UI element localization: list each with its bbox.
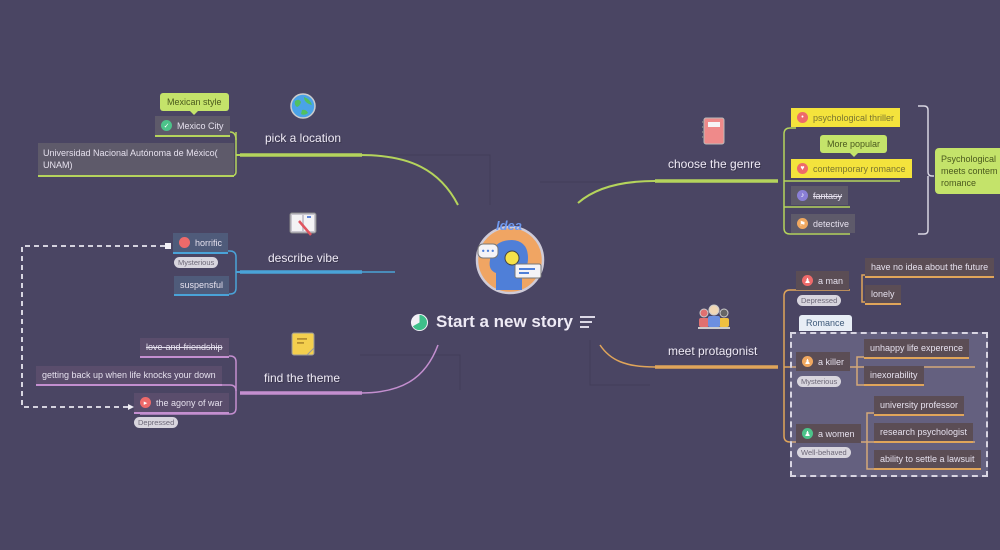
flag-icon: ⚑: [797, 218, 808, 229]
notebook-icon: [702, 117, 728, 145]
idea-badge: Idea: [496, 218, 523, 233]
node-inexorability[interactable]: inexorability: [864, 366, 924, 386]
person-green-icon: ♟: [802, 428, 813, 439]
node-text: detective: [813, 218, 850, 229]
node-text: getting back up when life knocks your do…: [42, 370, 216, 380]
summary-line: meets contem: [941, 166, 998, 177]
tag-well-behaved[interactable]: Well-behaved: [797, 447, 851, 458]
tag-mysterious[interactable]: Mysterious: [174, 257, 219, 268]
summary-genre[interactable]: Psychological meets contem romance: [935, 148, 1000, 195]
node-text: Mexico City: [177, 120, 224, 131]
node-detective[interactable]: ⚑ detective: [791, 214, 856, 233]
node-unhappy-life[interactable]: unhappy life experence: [864, 339, 970, 359]
heart-icon: ♥: [797, 163, 808, 174]
node-text: a women: [818, 428, 855, 439]
callout-mexican-style[interactable]: Mexican style: [160, 93, 229, 115]
tag-mysterious[interactable]: Mysterious: [797, 376, 842, 387]
sticky-note-icon: [291, 332, 317, 358]
node-love-and-friendship[interactable]: love-and-friendship: [140, 338, 229, 358]
node-suspensful[interactable]: suspensful: [174, 276, 230, 296]
node-text: a man: [818, 275, 844, 286]
node-text: inexorability: [870, 370, 918, 380]
node-no-idea-future[interactable]: have no idea about the future: [865, 258, 995, 278]
node-text: ability to settle a lawsuit: [880, 454, 975, 464]
connector-genre: [577, 180, 656, 204]
tag-depressed[interactable]: Depressed: [797, 295, 842, 306]
node-text: fantasy: [813, 190, 843, 201]
tag-depressed[interactable]: Depressed: [134, 417, 179, 428]
node-text: research psychologist: [880, 427, 968, 437]
notes-lines-icon[interactable]: [580, 315, 596, 329]
music-note-icon: ♪: [797, 190, 808, 201]
check-icon: ✓: [161, 120, 172, 131]
person-red-icon: ♟: [802, 275, 813, 286]
node-text: horrific: [195, 237, 223, 248]
node-a-killer[interactable]: ♟ a killer: [796, 352, 851, 371]
connector-protagonist: [599, 344, 656, 368]
globe-icon: [290, 93, 316, 119]
node-text: psychological thriller: [813, 112, 895, 123]
node-university-professor[interactable]: university professor: [874, 396, 965, 416]
node-text: have no idea about the future: [871, 262, 989, 272]
node-lonely[interactable]: lonely: [865, 285, 901, 305]
node-horrific[interactable]: horrific: [173, 233, 229, 254]
node-psychological-thriller[interactable]: • psychological thriller: [791, 108, 901, 127]
play-icon: ▸: [140, 397, 151, 408]
group-people-icon: [696, 303, 732, 329]
node-text: university professor: [880, 400, 959, 410]
connector-theme: [359, 344, 439, 394]
node-text: suspensful: [180, 280, 224, 290]
callout-more-popular[interactable]: More popular: [820, 135, 888, 157]
node-fantasy[interactable]: ♪ fantasy: [791, 186, 849, 205]
node-research-psychologist[interactable]: research psychologist: [874, 423, 974, 443]
summary-line: romance: [941, 178, 977, 189]
person-orange-icon: ♟: [802, 356, 813, 367]
branch-protagonist-label[interactable]: meet protagonist: [668, 344, 757, 358]
node-text: contemporary romance: [813, 163, 906, 174]
root-title-row[interactable]: Start a new story: [410, 312, 596, 332]
open-book-pencil-icon: [289, 211, 317, 237]
branch-genre-label[interactable]: choose the genre: [668, 157, 761, 171]
node-text: the agony of war: [156, 397, 223, 408]
node-settle-lawsuit[interactable]: ability to settle a lawsuit: [874, 450, 981, 470]
svg-text:•••: •••: [481, 247, 495, 256]
node-getting-back-up[interactable]: getting back up when life knocks your do…: [36, 366, 222, 386]
node-mexico-city[interactable]: ✓ Mexico City: [155, 116, 230, 137]
red-circle-icon: •: [797, 112, 808, 123]
node-a-man[interactable]: ♟ a man: [796, 271, 850, 290]
root-title: Start a new story: [436, 312, 573, 331]
node-a-women[interactable]: ♟ a women: [796, 424, 861, 443]
node-agony-of-war[interactable]: ▸ the agony of war: [134, 393, 229, 414]
node-text: unhappy life experence: [870, 343, 964, 353]
summary-bracket: [918, 105, 934, 235]
red-circle-icon: [179, 237, 190, 248]
node-text: a killer: [818, 356, 845, 367]
romance-boundary-label[interactable]: Romance: [799, 315, 852, 331]
node-text-line2: UNAM): [43, 160, 73, 170]
root-topic[interactable]: ••• Idea: [470, 218, 550, 298]
branch-location-label[interactable]: pick a location: [265, 131, 341, 145]
node-contemporary-romance[interactable]: ♥ contemporary romance: [791, 159, 912, 178]
branch-theme-label[interactable]: find the theme: [264, 371, 340, 385]
node-text: love-and-friendship: [146, 342, 223, 352]
node-text-line1: Universidad Nacional Autónoma de México(: [43, 148, 218, 158]
progress-pie-icon: [410, 313, 429, 331]
branch-vibe-label[interactable]: describe vibe: [268, 251, 339, 265]
node-text: lonely: [871, 289, 895, 299]
connector-location: [359, 154, 459, 206]
node-unam[interactable]: Universidad Nacional Autónoma de México(…: [38, 143, 234, 177]
summary-line: Psychological: [941, 154, 997, 164]
